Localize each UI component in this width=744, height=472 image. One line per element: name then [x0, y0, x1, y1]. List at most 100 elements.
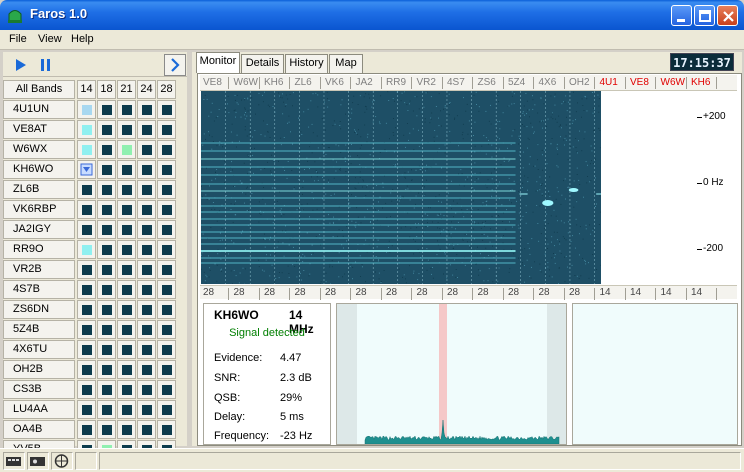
band-cell[interactable]: [117, 180, 136, 199]
band-cell[interactable]: [77, 420, 96, 439]
band-cell[interactable]: [157, 340, 176, 359]
beacon-row[interactable]: W6WX: [3, 140, 187, 160]
band-cell[interactable]: [137, 100, 156, 119]
band-cell[interactable]: [157, 180, 176, 199]
band-cell[interactable]: [97, 400, 116, 419]
beacon-row[interactable]: VE8AT: [3, 120, 187, 140]
band-cell[interactable]: [117, 160, 136, 179]
band-header-21[interactable]: 21: [117, 80, 136, 99]
band-cell[interactable]: [137, 360, 156, 379]
band-cell[interactable]: [137, 340, 156, 359]
band-header-28[interactable]: 28: [157, 80, 176, 99]
band-cell[interactable]: [117, 340, 136, 359]
band-cell[interactable]: [117, 380, 136, 399]
band-cell[interactable]: [117, 400, 136, 419]
band-cell[interactable]: [97, 420, 116, 439]
band-cell[interactable]: [137, 120, 156, 139]
all-bands-button[interactable]: All Bands: [3, 80, 75, 99]
band-cell[interactable]: [97, 140, 116, 159]
band-cell[interactable]: [117, 100, 136, 119]
beacon-row[interactable]: VR2B: [3, 260, 187, 280]
band-cell[interactable]: [77, 380, 96, 399]
band-cell[interactable]: [157, 420, 176, 439]
band-cell[interactable]: [117, 200, 136, 219]
beacon-row[interactable]: 5Z4B: [3, 320, 187, 340]
band-cell[interactable]: [77, 300, 96, 319]
band-cell[interactable]: [157, 380, 176, 399]
beacon-row[interactable]: RR9O: [3, 240, 187, 260]
beacon-row[interactable]: ZS6DN: [3, 300, 187, 320]
band-cell[interactable]: [137, 240, 156, 259]
next-button[interactable]: [164, 54, 186, 76]
band-cell[interactable]: [77, 360, 96, 379]
band-cell[interactable]: [97, 160, 116, 179]
band-cell[interactable]: [97, 340, 116, 359]
beacon-row[interactable]: KH6WO: [3, 160, 187, 180]
band-cell[interactable]: [157, 120, 176, 139]
band-cell[interactable]: [77, 240, 96, 259]
band-cell[interactable]: [137, 180, 156, 199]
band-cell[interactable]: [117, 420, 136, 439]
beacon-row[interactable]: OH2B: [3, 360, 187, 380]
play-icon[interactable]: [11, 55, 31, 75]
band-cell[interactable]: [97, 220, 116, 239]
band-cell[interactable]: [77, 180, 96, 199]
band-cell[interactable]: [77, 340, 96, 359]
beacon-row[interactable]: LU4AA: [3, 400, 187, 420]
band-cell[interactable]: [97, 100, 116, 119]
pause-icon[interactable]: [36, 55, 56, 75]
band-cell[interactable]: [137, 280, 156, 299]
beacon-row[interactable]: 4S7B: [3, 280, 187, 300]
menu-file[interactable]: File: [9, 33, 27, 45]
band-cell[interactable]: [117, 360, 136, 379]
band-cell[interactable]: [117, 220, 136, 239]
band-cell[interactable]: [157, 140, 176, 159]
band-cell[interactable]: [97, 180, 116, 199]
band-cell[interactable]: [157, 200, 176, 219]
maximize-button[interactable]: [694, 5, 715, 26]
band-cell[interactable]: [137, 140, 156, 159]
minimize-button[interactable]: [671, 5, 692, 26]
band-header-14[interactable]: 14: [77, 80, 96, 99]
band-cell[interactable]: [77, 220, 96, 239]
beacon-row[interactable]: 4U1UN: [3, 100, 187, 120]
band-cell[interactable]: [97, 380, 116, 399]
band-header-24[interactable]: 24: [137, 80, 156, 99]
menu-help[interactable]: Help: [71, 33, 94, 45]
band-cell[interactable]: [77, 280, 96, 299]
band-cell[interactable]: [97, 120, 116, 139]
band-cell[interactable]: [97, 200, 116, 219]
band-cell[interactable]: [137, 220, 156, 239]
band-cell[interactable]: [117, 240, 136, 259]
band-cell[interactable]: [77, 120, 96, 139]
band-cell[interactable]: [157, 220, 176, 239]
band-cell[interactable]: [97, 300, 116, 319]
band-cell[interactable]: [157, 280, 176, 299]
band-cell[interactable]: [157, 260, 176, 279]
tab-map[interactable]: Map: [329, 54, 363, 73]
tab-history[interactable]: History: [285, 54, 328, 73]
band-cell[interactable]: [77, 100, 96, 119]
band-cell[interactable]: [137, 260, 156, 279]
band-cell[interactable]: [77, 260, 96, 279]
band-cell[interactable]: [157, 360, 176, 379]
beacon-row[interactable]: OA4B: [3, 420, 187, 440]
tab-details[interactable]: Details: [241, 54, 284, 73]
beacon-row[interactable]: 4X6TU: [3, 340, 187, 360]
band-cell[interactable]: [97, 280, 116, 299]
band-cell[interactable]: [157, 100, 176, 119]
beacon-row[interactable]: JA2IGY: [3, 220, 187, 240]
beacon-row[interactable]: ZL6B: [3, 180, 187, 200]
band-cell[interactable]: [137, 320, 156, 339]
band-cell[interactable]: [117, 120, 136, 139]
band-cell[interactable]: [137, 420, 156, 439]
band-cell[interactable]: [117, 260, 136, 279]
band-cell[interactable]: [157, 400, 176, 419]
band-cell[interactable]: [157, 240, 176, 259]
band-cell[interactable]: [157, 160, 176, 179]
band-cell[interactable]: [77, 400, 96, 419]
band-cell[interactable]: [137, 400, 156, 419]
band-cell[interactable]: [97, 260, 116, 279]
beacon-row[interactable]: CS3B: [3, 380, 187, 400]
band-cell[interactable]: [117, 140, 136, 159]
